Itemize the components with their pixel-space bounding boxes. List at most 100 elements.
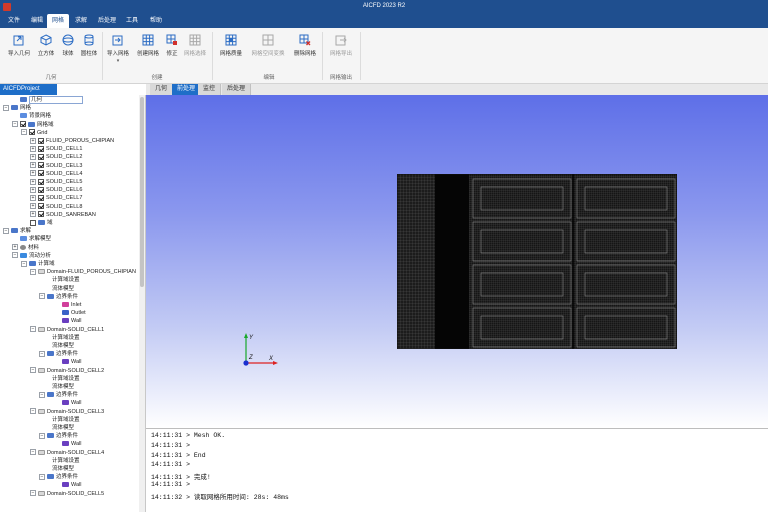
tree-node-checkbox[interactable] [29,129,35,136]
output-console[interactable]: 14:11:31 > Mesh OK. 14:11:31 >14:11:31 > … [146,428,768,512]
tree-node-checkbox[interactable] [38,137,44,144]
viewport-tab-2[interactable]: 监控 [198,84,222,95]
viewport-tab-3[interactable]: 后处理 [222,84,252,95]
expand-icon[interactable]: + [30,211,36,218]
tree-node[interactable]: + SOLID_CELL2 [30,153,82,161]
collapse-icon[interactable]: − [21,129,27,136]
menu-item-5[interactable]: 工具 [121,14,143,28]
tree-node-checkbox[interactable] [38,194,44,201]
ribbon-button-fix-mesh[interactable]: 修正 [163,32,181,66]
tree-node[interactable]: 背景网格 [20,112,51,120]
tree-node[interactable]: 流体模型 [52,342,74,350]
expand-icon[interactable]: + [30,162,36,169]
tree-node[interactable]: 流体模型 [52,383,74,391]
tree-node-checkbox[interactable] [38,145,44,152]
3d-viewport[interactable]: Y Z X [146,95,768,428]
ribbon-button-delete-mesh[interactable]: 删除网格 [290,32,320,66]
tree-node[interactable]: Wall [62,440,82,448]
tree-node[interactable]: 求解模型 [20,235,51,243]
ribbon-button-export-mesh[interactable]: 网格导出 [326,32,356,66]
collapse-icon[interactable]: − [30,449,36,456]
tree-node[interactable]: 流体模型 [52,424,74,432]
expand-icon[interactable]: + [30,145,36,152]
tree-node[interactable]: − Domain-SOLID_CELL3 [30,408,104,416]
ribbon-button-mesh-transform[interactable]: 网格空间变换 [248,32,288,66]
collapse-icon[interactable]: − [12,252,18,259]
tree-node[interactable]: + SOLID_SANREBAN [30,211,96,219]
ribbon-button-mesh-select[interactable]: 网格选择 [182,32,208,66]
tree-node[interactable]: Wall [62,358,82,366]
tree-node-checkbox[interactable] [20,121,26,128]
collapse-icon[interactable]: − [30,408,36,415]
tree-node-checkbox[interactable] [38,203,44,210]
collapse-icon[interactable]: − [39,432,45,439]
collapse-icon[interactable]: − [30,490,36,497]
viewport-tab-1[interactable]: 前处理 [172,84,202,95]
tree-node[interactable]: + SOLID_CELL3 [30,162,82,170]
collapse-icon[interactable]: − [30,367,36,374]
collapse-icon[interactable]: − [12,121,18,128]
tree-node-checkbox[interactable] [30,219,36,226]
tree-node[interactable]: + SOLID_CELL1 [30,145,82,153]
viewport-tab-0[interactable]: 几何 [150,84,174,95]
tree-node[interactable]: Inlet [62,301,81,309]
tree-node[interactable]: − 边界条件 [39,473,78,481]
expand-icon[interactable]: + [30,170,36,177]
tree-node[interactable]: + SOLID_CELL7 [30,194,82,202]
ribbon-button-mesh-quality[interactable]: 网格质量 [216,32,246,66]
tree-node[interactable]: − 流动分析 [12,252,51,260]
tree-node[interactable]: − 计算域 [21,260,55,268]
project-panel-tab[interactable]: AICFDProject [0,84,57,95]
tree-node[interactable]: − 边界条件 [39,350,78,358]
tree-node[interactable]: 计算域设置 [52,375,80,383]
tree-node[interactable]: + SOLID_CELL4 [30,170,82,178]
collapse-icon[interactable]: − [39,293,45,300]
tree-node[interactable]: − 边界条件 [39,432,78,440]
tree-node-checkbox[interactable] [38,186,44,193]
tree-node-checkbox[interactable] [38,178,44,185]
tree-node-checkbox[interactable] [38,170,44,177]
tree-node[interactable]: 流体模型 [52,465,74,473]
menu-item-3[interactable]: 求解 [70,14,92,28]
ribbon-button-create-mesh[interactable]: 创建网格 [134,32,162,66]
tree-node[interactable]: 计算域设置 [52,416,80,424]
tree-node[interactable]: + 材料 [12,244,39,252]
collapse-icon[interactable]: − [30,268,36,275]
tree-node[interactable]: − Domain-SOLID_CELL2 [30,367,104,375]
tree-node[interactable]: − 网格域 [12,121,54,129]
collapse-icon[interactable]: − [39,391,45,398]
expand-icon[interactable]: + [30,194,36,201]
tree-node[interactable]: 计算域设置 [52,457,80,465]
tree-node[interactable]: Wall [62,317,82,325]
menu-item-6[interactable]: 帮助 [145,14,167,28]
ribbon-button-import-mesh[interactable]: 导入网格 ▾ [104,32,132,66]
tree-node[interactable]: − Grid [21,129,47,137]
tree-node[interactable]: − 求解 [3,227,31,235]
tree-node-checkbox[interactable] [38,211,44,218]
tree-node[interactable]: − 边界条件 [39,391,78,399]
collapse-icon[interactable]: − [39,473,45,480]
collapse-icon[interactable]: − [21,260,27,267]
tree-node[interactable]: Wall [62,481,82,489]
tree-node[interactable]: + FLUID_POROUS_CHIPIAN [30,137,114,145]
tree-node[interactable]: 计算域设置 [52,276,80,284]
ribbon-button-import-geometry[interactable]: 导入几何 [2,32,36,66]
tree-node[interactable]: − 边界条件 [39,293,78,301]
tree-node[interactable]: − Domain-FLUID_POROUS_CHIPIAN [30,268,136,276]
expand-icon[interactable]: + [30,178,36,185]
expand-icon[interactable]: + [30,153,36,160]
menu-item-0[interactable]: 文件 [3,14,25,28]
tree-node[interactable]: − Domain-SOLID_CELL4 [30,449,104,457]
tree-node-checkbox[interactable] [38,153,44,160]
tree-node[interactable]: − Domain-SOLID_CELL1 [30,326,104,334]
ribbon-button-cube[interactable]: 立方体 [34,32,58,66]
menu-item-4[interactable]: 后处理 [93,14,121,28]
tree-node[interactable]: Outlet [62,309,86,317]
menu-item-2[interactable]: 网格 [47,14,70,28]
collapse-icon[interactable]: − [30,326,36,333]
collapse-icon[interactable]: − [3,104,9,111]
tree-node[interactable]: + SOLID_CELL6 [30,186,82,194]
tree-node[interactable]: 计算域设置 [52,334,80,342]
tree-node[interactable]: Wall [62,399,82,407]
menu-item-1[interactable]: 编辑 [26,14,48,28]
